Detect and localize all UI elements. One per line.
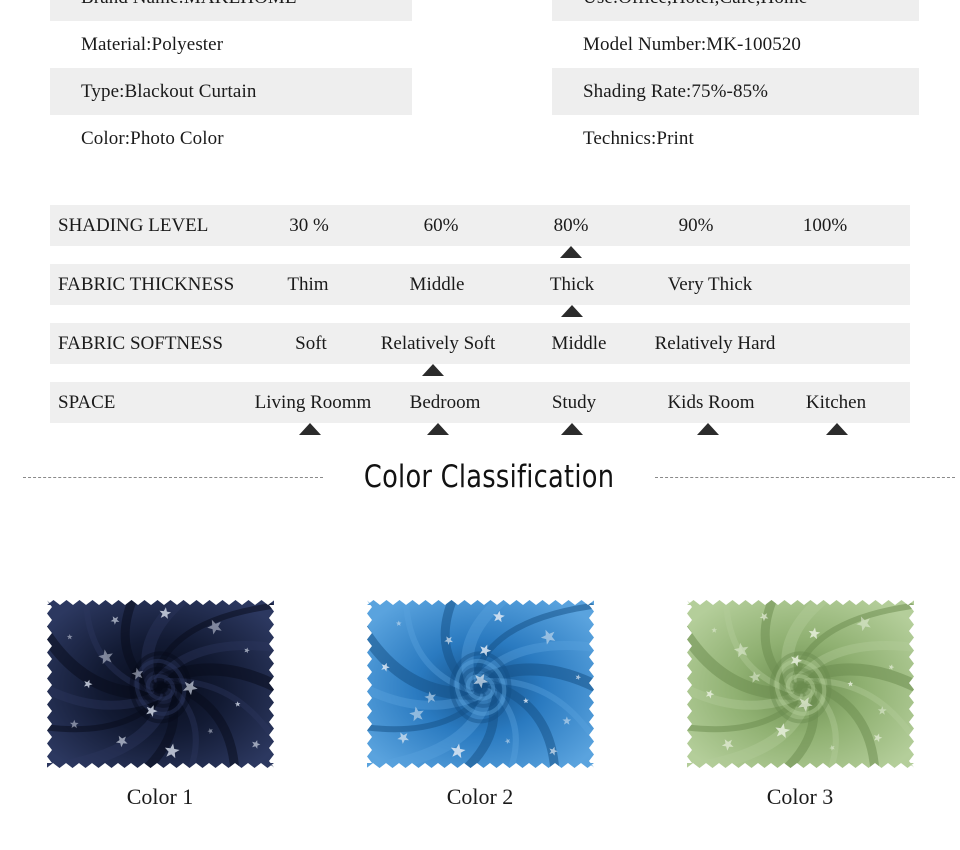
comparison-cell: Very Thick [667, 273, 753, 295]
selection-marker-icon [561, 305, 583, 317]
spec-row: Color:Photo Color Technics:Print [0, 115, 960, 162]
divider-right [655, 477, 956, 478]
comparison-cell: Relatively Hard [654, 332, 776, 354]
fabric-swatch-image[interactable] [686, 600, 914, 768]
swatch-caption: Color 3 [766, 784, 834, 809]
color-swatch-gallery: Color 1 Color 2 Color 3 [0, 600, 960, 808]
comparison-row-label: SPACE [58, 391, 116, 413]
comparison-cell: Living Roomm [254, 391, 372, 413]
fabric-comparison-table: SHADING LEVEL 30 % 60% 80% 90% 100% FABRIC THI… [50, 205, 910, 441]
comparison-cell: 90% [678, 214, 714, 236]
comparison-row: FABRIC THICKNESS Thim Middle Thick Very Thic… [50, 264, 910, 317]
divider-left [22, 477, 323, 478]
color-classification-header: Color Classification [0, 462, 960, 493]
comparison-cell: 30 % [289, 214, 329, 236]
comparison-row: SPACE Living Roomm Bedroom Study Kids Room Ki… [50, 382, 910, 435]
comparison-row: SHADING LEVEL 30 % 60% 80% 90% 100% [50, 205, 910, 258]
selection-marker-icon [826, 423, 848, 435]
selection-marker-icon [427, 423, 449, 435]
spec-model-number: Model Number:MK-100520 [583, 34, 802, 55]
comparison-cell: Bedroom [409, 391, 481, 413]
selection-marker-icon [299, 423, 321, 435]
swatch-caption: Color 2 [446, 784, 514, 809]
comparison-cell: 60% [423, 214, 459, 236]
comparison-cell: Kitchen [805, 391, 867, 413]
comparison-row: FABRIC SOFTNESS Soft Relatively Soft Middle… [50, 323, 910, 376]
comparison-cell: Relatively Soft [380, 332, 496, 354]
comparison-cell: Kids Room [667, 391, 755, 413]
spec-shading-rate: Shading Rate:75%-85% [552, 68, 919, 115]
comparison-cell: 80% [553, 214, 589, 236]
selection-marker-icon [560, 246, 582, 258]
comparison-cell: Middle [551, 332, 607, 354]
fabric-swatch-image[interactable] [46, 600, 274, 768]
spec-use: Use:Office,Hotel,Cafe,Home [552, 0, 919, 21]
spec-type: Type:Blackout Curtain [50, 68, 412, 115]
page-title: Color Classification [363, 459, 615, 495]
product-spec-table: Brand Name:MAKEHOME Use:Office,Hotel,Caf… [0, 0, 960, 162]
comparison-row-label: FABRIC SOFTNESS [58, 332, 223, 354]
fabric-swatch-image[interactable] [366, 600, 594, 768]
swatch-caption: Color 1 [126, 784, 194, 809]
comparison-row-label: FABRIC THICKNESS [58, 273, 235, 295]
selection-marker-icon [422, 364, 444, 376]
spec-row: Type:Blackout Curtain Shading Rate:75%-8… [0, 68, 960, 115]
spec-brand-name: Brand Name:MAKEHOME [50, 0, 412, 21]
spec-row: Material:Polyester Model Number:MK-10052… [0, 21, 960, 68]
swatch-item[interactable]: Color 2 [320, 600, 640, 808]
swatch-item[interactable]: Color 1 [0, 600, 320, 808]
comparison-cell: Soft [295, 332, 327, 354]
selection-marker-icon [561, 423, 583, 435]
comparison-cell: 100% [802, 214, 848, 236]
spec-row: Brand Name:MAKEHOME Use:Office,Hotel,Caf… [0, 0, 960, 21]
comparison-cell: Middle [409, 273, 465, 295]
spec-material: Material:Polyester [81, 34, 224, 55]
swatch-item[interactable]: Color 3 [640, 600, 960, 808]
comparison-row-label: SHADING LEVEL [58, 214, 209, 236]
spec-technics: Technics:Print [583, 128, 694, 149]
comparison-cell: Study [551, 391, 597, 413]
comparison-cell: Thim [287, 273, 329, 295]
spec-color: Color:Photo Color [81, 128, 224, 149]
comparison-cell: Thick [549, 273, 595, 295]
selection-marker-icon [697, 423, 719, 435]
